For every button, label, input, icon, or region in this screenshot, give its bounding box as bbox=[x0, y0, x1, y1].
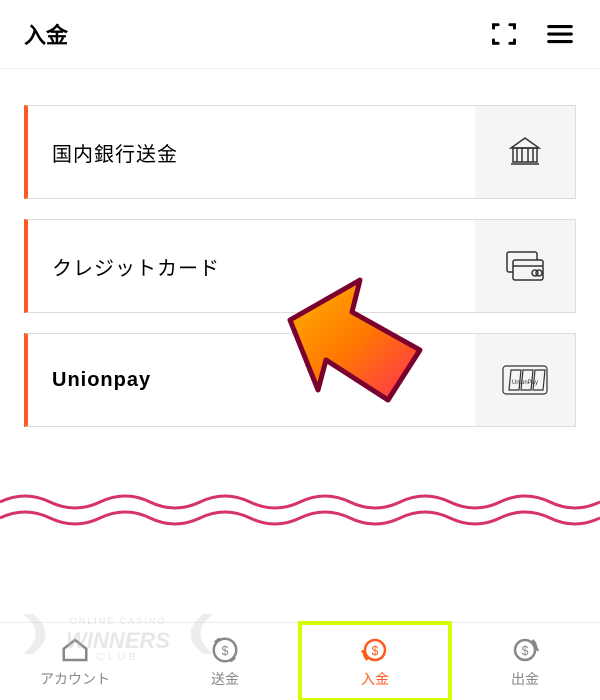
svg-text:$: $ bbox=[372, 644, 379, 658]
payment-label: 国内銀行送金 bbox=[28, 138, 178, 167]
card-icon bbox=[475, 220, 575, 312]
tab-label: 送金 bbox=[211, 669, 239, 689]
tab-transfer[interactable]: $ 送金 bbox=[150, 623, 300, 700]
svg-text:$: $ bbox=[522, 644, 529, 658]
svg-text:UnionPay: UnionPay bbox=[512, 380, 538, 386]
tab-withdraw[interactable]: $ 出金 bbox=[450, 623, 600, 700]
payment-option-bank[interactable]: 国内銀行送金 bbox=[24, 105, 576, 199]
tab-label: アカウント bbox=[40, 669, 110, 689]
payment-label: クレジットカード bbox=[28, 252, 220, 281]
wave-divider-icon bbox=[0, 490, 600, 530]
svg-text:$: $ bbox=[222, 644, 229, 658]
page-title: 入金 bbox=[24, 18, 68, 50]
bank-icon bbox=[475, 106, 575, 198]
bottom-tabbar: アカウント $ 送金 $ 入金 $ 出金 bbox=[0, 622, 600, 700]
deposit-icon: $ bbox=[360, 635, 390, 665]
header: 入金 bbox=[0, 0, 600, 69]
withdraw-icon: $ bbox=[510, 635, 540, 665]
transfer-icon: $ bbox=[210, 635, 240, 665]
payment-methods-list: 国内銀行送金 クレジットカード Unionp bbox=[0, 69, 600, 427]
tab-label: 入金 bbox=[361, 669, 389, 689]
payment-label: Unionpay bbox=[28, 369, 151, 392]
menu-icon[interactable] bbox=[544, 18, 576, 50]
tab-label: 出金 bbox=[511, 669, 539, 689]
tab-account[interactable]: アカウント bbox=[0, 623, 150, 700]
tab-deposit[interactable]: $ 入金 bbox=[300, 623, 450, 700]
payment-option-unionpay[interactable]: Unionpay UnionPay bbox=[24, 333, 576, 427]
unionpay-icon: UnionPay bbox=[475, 334, 575, 426]
scan-icon[interactable] bbox=[488, 18, 520, 50]
home-icon bbox=[60, 635, 90, 665]
header-actions bbox=[488, 18, 576, 50]
payment-option-credit-card[interactable]: クレジットカード bbox=[24, 219, 576, 313]
